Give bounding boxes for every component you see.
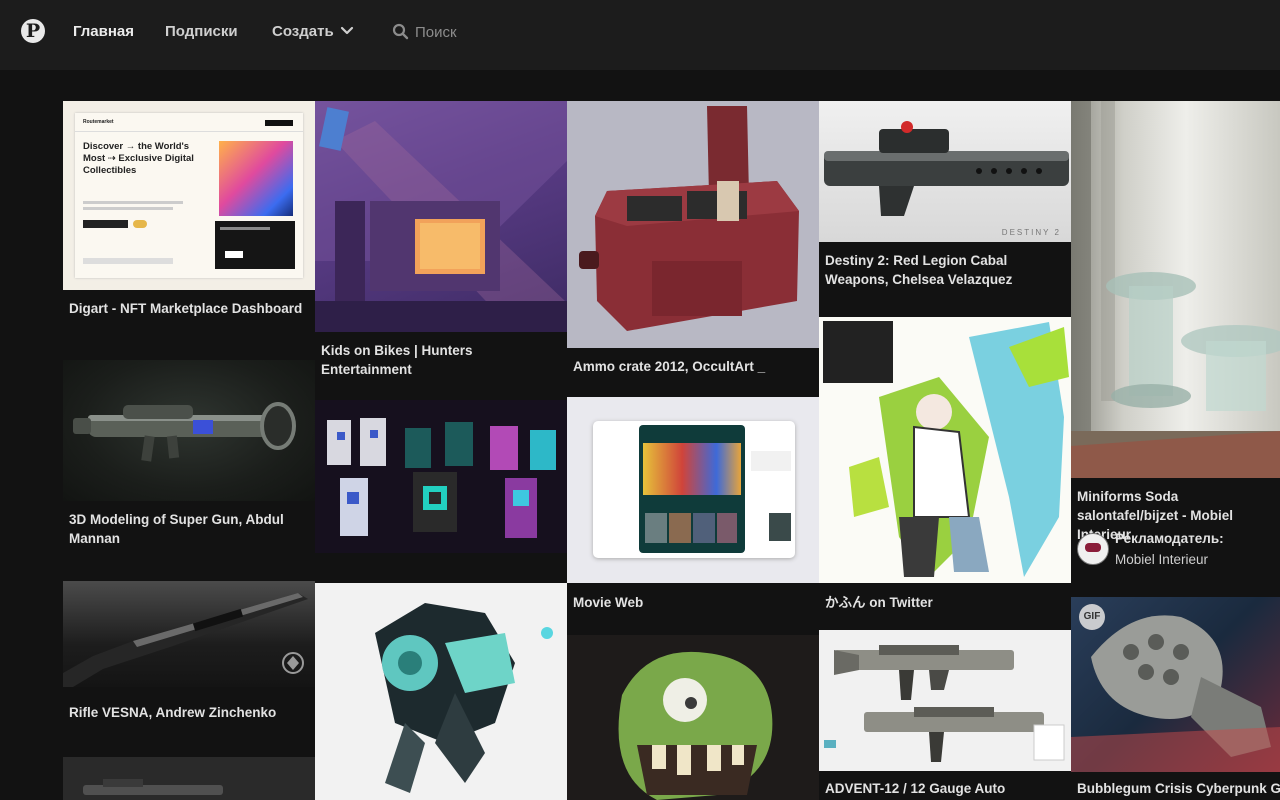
pin-rifle-vesna[interactable]: Rifle VESNA, Andrew Zinchenko [63, 581, 315, 731]
advertiser-name[interactable]: Mobiel Interieur [1115, 552, 1208, 567]
movie-app-mockup [593, 421, 795, 558]
pin-title[interactable]: Rifle VESNA, Andrew Zinchenko [69, 703, 309, 722]
haunted-room-illustration [315, 101, 567, 332]
promoted-label: Рекламодатель: [1115, 531, 1224, 546]
pin-digart[interactable]: Routemarket Discover → the World's Most … [63, 101, 315, 331]
pin-super-gun[interactable]: 3D Modeling of Super Gun, Abdul Mannan [63, 360, 315, 550]
pin-image [819, 630, 1071, 771]
pin-title[interactable]: かふん on Twitter [825, 593, 1065, 612]
pin-title[interactable]: Ammo crate 2012, OccultArt _ [573, 357, 813, 376]
nav-following[interactable]: Подписки [165, 23, 238, 41]
pin-movie-web[interactable]: Movie Web [567, 397, 819, 629]
chevron-down-icon[interactable] [340, 24, 354, 38]
dashboard-mockup: Routemarket Discover → the World's Most … [75, 113, 303, 278]
robot-illustration [375, 603, 553, 793]
pin-kids-on-bikes[interactable]: Kids on Bikes | Hunters Entertainment [315, 101, 567, 391]
minecraft-skins-illustration [327, 418, 556, 538]
pin-image [567, 635, 819, 800]
pin-image [63, 581, 315, 687]
pin-miniforms-promoted[interactable]: Miniforms Soda salontafel/bijzet - Mobie… [1071, 101, 1280, 581]
pin-image [1071, 101, 1280, 478]
pin-image [567, 397, 819, 583]
nft-artwork [219, 141, 293, 216]
pin-kafun[interactable]: かふん on Twitter [819, 317, 1071, 622]
pin-title[interactable]: Digart - NFT Marketplace Dashboard [69, 299, 309, 318]
pin-title[interactable]: Destiny 2: Red Legion Cabal Weapons, Che… [825, 251, 1065, 289]
gun-illustration [83, 779, 223, 795]
pin-image [567, 101, 819, 348]
pin-image: DESTINY 2 [819, 101, 1071, 242]
top-navigation-bar: P Главная Подписки Создать [0, 0, 1280, 70]
pin-title[interactable]: 3D Modeling of Super Gun, Abdul Mannan [69, 510, 309, 548]
nav-create[interactable]: Создать [272, 23, 334, 41]
logo-letter: P [25, 20, 41, 42]
pin-minecraft-skins[interactable] [315, 400, 567, 553]
pin-image [315, 400, 567, 553]
pin-image: Routemarket Discover → the World's Most … [63, 101, 315, 290]
pin-partial[interactable] [63, 757, 315, 800]
gif-badge: GIF [1079, 604, 1105, 630]
pin-zombie-head[interactable] [567, 635, 819, 800]
pin-title[interactable]: ADVENT-12 / 12 Gauge Auto [825, 779, 1065, 798]
pin-title[interactable]: Bubblegum Crisis Cyberpunk GIF [1077, 779, 1280, 798]
pin-image [315, 101, 567, 332]
destiny-gun-illustration [824, 121, 1069, 216]
pinterest-logo-icon[interactable]: P [21, 19, 45, 43]
pin-image [819, 317, 1071, 583]
pin-title[interactable]: Movie Web [573, 593, 813, 612]
bid-card [215, 221, 295, 269]
mockup-brand: Routemarket [83, 119, 114, 125]
pin-advent-12[interactable]: ADVENT-12 / 12 Gauge Auto [819, 630, 1071, 800]
search-icon [392, 23, 409, 40]
advertiser-avatar[interactable] [1077, 533, 1109, 565]
pin-robot-figure[interactable] [315, 583, 567, 800]
rocket-launcher-illustration [73, 402, 296, 462]
pin-bubblegum-crisis-gif[interactable]: GIF Bubblegum Crisis Cyberpunk GIF [1071, 597, 1280, 800]
pin-image [63, 757, 315, 800]
pin-destiny-weapons[interactable]: DESTINY 2 Destiny 2: Red Legion Cabal We… [819, 101, 1071, 311]
rifle-illustration [63, 593, 308, 687]
search-bar[interactable] [390, 20, 650, 44]
pin-image [63, 360, 315, 501]
pin-ammo-crate[interactable]: Ammo crate 2012, OccultArt _ [567, 101, 819, 391]
pin-title[interactable]: Kids on Bikes | Hunters Entertainment [321, 341, 561, 379]
search-input[interactable] [415, 20, 635, 44]
mockup-heading: Discover → the World's Most ⇢ Exclusive … [83, 141, 194, 176]
pin-image: GIF [1071, 597, 1280, 772]
anime-mech-girl-illustration [823, 321, 1069, 577]
zombie-illustration [618, 651, 773, 800]
ammo-crate-illustration [579, 106, 799, 331]
glass-table-illustration [1071, 101, 1280, 478]
pin-image [315, 583, 567, 800]
nav-home[interactable]: Главная [73, 23, 134, 41]
destiny-watermark: DESTINY 2 [1001, 228, 1061, 237]
shotgun-illustration [824, 645, 1065, 762]
